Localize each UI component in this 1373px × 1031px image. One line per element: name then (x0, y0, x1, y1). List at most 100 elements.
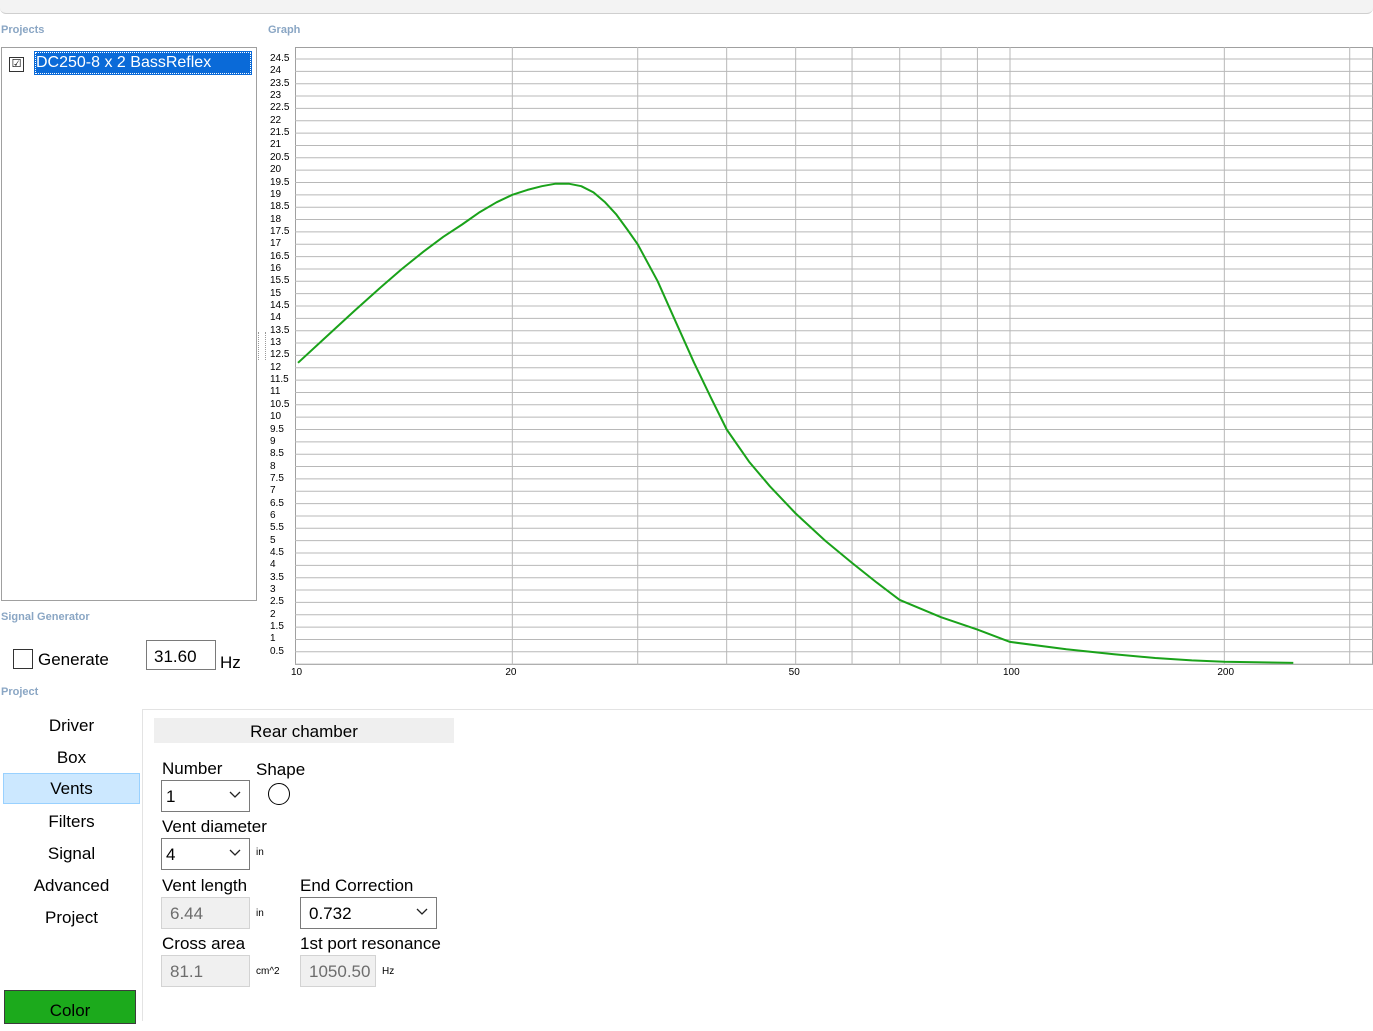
y-tick-label: 12 (270, 361, 282, 373)
y-tick-label: 0.5 (270, 645, 284, 657)
vent-length-unit: in (256, 908, 264, 919)
end-correction-combo[interactable]: 0.732 (300, 897, 437, 929)
y-tick-label: 6.5 (270, 497, 284, 509)
top-toolbar-strip (0, 0, 1373, 14)
rear-chamber-header: Rear chamber (154, 718, 454, 743)
chevron-down-icon (229, 791, 241, 798)
number-combo[interactable]: 1 (161, 780, 250, 812)
project-item[interactable]: DC250-8 x 2 BassReflex (34, 51, 252, 75)
panel-divider-horizontal (142, 709, 1373, 710)
generate-checkbox[interactable] (13, 649, 33, 669)
y-tick-label: 10 (270, 411, 282, 423)
y-tick-label: 8.5 (270, 448, 284, 460)
frequency-unit-label: Hz (220, 653, 241, 672)
y-tick-label: 23.5 (270, 77, 290, 89)
frequency-input[interactable]: 31.60 (146, 640, 216, 670)
graph-section-label: Graph (268, 24, 301, 36)
y-tick-label: 11 (270, 386, 281, 398)
y-tick-label: 21.5 (270, 127, 290, 139)
y-tick-label: 20 (270, 164, 282, 176)
circle-icon[interactable] (268, 783, 290, 805)
y-tick-label: 13.5 (270, 324, 290, 336)
graph-border (295, 47, 1373, 665)
splitter-handle[interactable] (258, 332, 266, 360)
end-correction-label: End Correction (300, 876, 414, 895)
response-graph[interactable] (295, 47, 1373, 665)
y-tick-label: 19.5 (270, 176, 290, 188)
shape-label: Shape (256, 760, 306, 779)
cross-area-field: 81.1 (161, 955, 250, 987)
color-button[interactable]: Color (4, 990, 136, 1024)
chevron-down-icon (416, 908, 428, 915)
port-resonance-unit: Hz (382, 966, 395, 977)
vent-diameter-unit: in (256, 847, 264, 858)
y-tick-label: 8 (270, 460, 276, 472)
y-tick-label: 3.5 (270, 571, 284, 583)
y-tick-label: 22 (270, 114, 282, 126)
port-resonance-field: 1050.50 (300, 955, 376, 987)
vent-length-label: Vent length (162, 876, 248, 895)
nav-item-vents[interactable]: Vents (3, 773, 140, 804)
x-tick-label: 50 (788, 667, 800, 678)
y-tick-label: 1.5 (270, 621, 284, 633)
y-tick-label: 22.5 (270, 102, 290, 114)
generate-label: Generate (38, 650, 109, 669)
x-tick-label: 10 (291, 667, 303, 678)
x-tick-label: 20 (505, 667, 517, 678)
cross-area-unit: cm^2 (256, 966, 280, 977)
y-tick-label: 24.5 (270, 53, 290, 64)
y-tick-label: 15 (270, 287, 282, 299)
nav-item-project[interactable]: Project (3, 903, 140, 933)
y-tick-label: 16.5 (270, 250, 290, 262)
nav-item-advanced[interactable]: Advanced (3, 871, 140, 901)
x-tick-label: 100 (1003, 667, 1020, 678)
nav-item-box[interactable]: Box (3, 743, 140, 773)
y-tick-label: 1 (270, 633, 276, 645)
y-tick-label: 24 (270, 65, 282, 77)
vent-length-field: 6.44 (161, 897, 250, 929)
y-tick-label: 21 (270, 139, 282, 151)
y-tick-label: 12.5 (270, 349, 290, 361)
y-tick-label: 16 (270, 262, 282, 274)
y-tick-label: 7.5 (270, 472, 284, 484)
y-tick-label: 14 (270, 312, 282, 324)
y-tick-label: 17.5 (270, 225, 290, 237)
y-tick-label: 4 (270, 559, 276, 571)
y-tick-label: 2.5 (270, 596, 284, 608)
y-tick-label: 18 (270, 213, 282, 225)
port-resonance-label: 1st port resonance (300, 934, 441, 953)
x-tick-label: 200 (1217, 667, 1235, 678)
projects-section-label: Projects (1, 24, 45, 36)
y-tick-label: 10.5 (270, 398, 290, 410)
y-tick-label: 18.5 (270, 201, 290, 213)
y-tick-label: 5.5 (270, 522, 284, 534)
y-tick-label: 15.5 (270, 275, 290, 287)
y-tick-label: 3 (270, 584, 276, 596)
chevron-down-icon (229, 849, 241, 856)
number-label: Number (162, 759, 223, 778)
projects-list[interactable] (1, 47, 257, 601)
y-tick-label: 17 (270, 238, 282, 250)
y-tick-label: 23 (270, 90, 282, 102)
end-correction-value: 0.732 (309, 904, 352, 923)
nav-item-signal[interactable]: Signal (3, 839, 140, 869)
project-section-label: Project (1, 686, 39, 698)
y-tick-label: 20.5 (270, 151, 290, 163)
vent-diameter-value: 4 (166, 845, 176, 864)
y-tick-label: 6 (270, 509, 276, 521)
y-tick-label: 2 (270, 608, 276, 620)
vent-diameter-combo[interactable]: 4 (161, 838, 250, 870)
y-tick-label: 7 (270, 485, 276, 497)
y-tick-label: 14.5 (270, 300, 290, 311)
y-tick-label: 4.5 (270, 547, 284, 558)
y-tick-label: 5 (270, 534, 276, 546)
y-tick-label: 13 (270, 337, 282, 349)
nav-item-filters[interactable]: Filters (3, 807, 140, 837)
y-tick-label: 9 (270, 435, 276, 447)
number-combo-value: 1 (166, 787, 176, 806)
cross-area-label: Cross area (162, 934, 246, 953)
panel-divider-vertical (142, 709, 143, 1021)
project-checkbox[interactable]: ☑ (9, 57, 24, 72)
nav-item-driver[interactable]: Driver (3, 711, 140, 741)
signal-generator-section-label: Signal Generator (1, 611, 90, 623)
